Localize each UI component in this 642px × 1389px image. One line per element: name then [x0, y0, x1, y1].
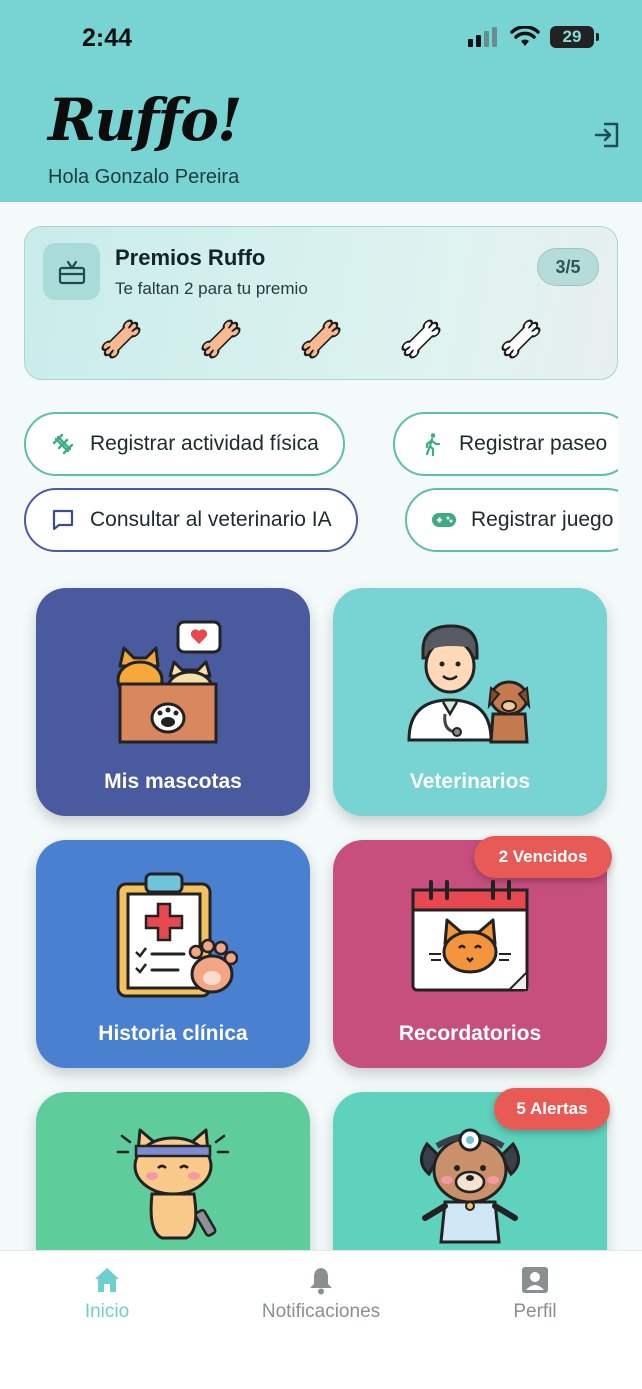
signal-icon: [468, 27, 497, 47]
quick-actions: Registrar actividad física Registrar pas…: [24, 412, 618, 554]
app-logo: Ruffo!: [48, 86, 242, 154]
home-icon: [95, 1268, 119, 1292]
tile-veterinarios[interactable]: Veterinarios: [333, 588, 607, 816]
status-time: 2:44: [82, 24, 133, 52]
chip-label: Consultar al veterinario IA: [90, 508, 332, 531]
dumbbell-icon: [50, 431, 76, 457]
chip-registrar-paseo[interactable]: Registrar paseo: [393, 412, 618, 476]
bone-icon: [497, 315, 545, 363]
rewards-title: Premios Ruffo: [115, 245, 266, 270]
chip-label: Registrar actividad física: [90, 432, 319, 455]
logout-icon[interactable]: [592, 120, 622, 150]
rewards-card[interactable]: Premios Ruffo Te faltan 2 para tu premio…: [24, 226, 618, 380]
walking-icon: [419, 431, 445, 457]
tile-label: Recordatorios: [398, 1022, 542, 1045]
chat-icon: [50, 507, 76, 533]
tile-label: Veterinarios: [409, 770, 531, 793]
tab-notificaciones[interactable]: Notificaciones: [221, 1265, 421, 1323]
clipboard-illustration: [116, 872, 238, 998]
bone-icon: [397, 315, 445, 363]
status-icons: 29: [468, 26, 599, 48]
app-header: 2:44 29 Ruffo! Hola Gonzalo Pereira: [0, 0, 642, 202]
tile-label: Mis mascotas: [104, 770, 242, 793]
chip-label: Registrar juego: [471, 508, 614, 531]
rewards-subtitle: Te faltan 2 para tu premio: [115, 279, 308, 298]
profile-icon: [522, 1267, 548, 1293]
battery-icon: 29: [550, 26, 599, 48]
tile-label: Historia clínica: [98, 1022, 248, 1045]
dog-doctor-illustration: [420, 1128, 520, 1244]
bone-icon: [297, 315, 345, 363]
bottom-tab-bar: Inicio Notificaciones Perfil: [0, 1250, 642, 1389]
vencidos-badge: 2 Vencidos: [474, 836, 612, 878]
tab-label: Perfil: [513, 1301, 557, 1322]
alertas-badge: 5 Alertas: [494, 1088, 610, 1130]
tile-historia-clinica[interactable]: Historia clínica: [36, 840, 310, 1068]
tab-label: Notificaciones: [261, 1301, 381, 1322]
calendar-cat-illustration: [411, 880, 529, 992]
bone-icon: [97, 315, 145, 363]
chip-label: Registrar paseo: [459, 432, 608, 455]
bone-progress: [97, 315, 557, 365]
bell-icon: [310, 1268, 332, 1295]
tab-label: Inicio: [84, 1301, 130, 1322]
rewards-count-badge: 3/5: [537, 248, 599, 286]
tile-mis-mascotas[interactable]: Mis mascotas: [36, 588, 310, 816]
chip-registrar-actividad[interactable]: Registrar actividad física: [24, 412, 345, 476]
vet-illustration: [407, 624, 531, 744]
battery-level: 29: [562, 27, 582, 46]
tab-perfil[interactable]: Perfil: [435, 1265, 635, 1323]
greeting-text: Hola Gonzalo Pereira: [48, 166, 240, 188]
gift-icon: [43, 243, 100, 300]
bone-icon: [197, 315, 245, 363]
wifi-icon: [510, 26, 540, 46]
gamepad-icon: [431, 507, 457, 533]
chip-registrar-juego[interactable]: Registrar juego: [405, 488, 618, 552]
cat-exercise-illustration: [116, 1128, 230, 1240]
tab-inicio[interactable]: Inicio: [7, 1265, 207, 1323]
pets-box-illustration: [116, 620, 222, 744]
chip-consultar-veterinario[interactable]: Consultar al veterinario IA: [24, 488, 358, 552]
